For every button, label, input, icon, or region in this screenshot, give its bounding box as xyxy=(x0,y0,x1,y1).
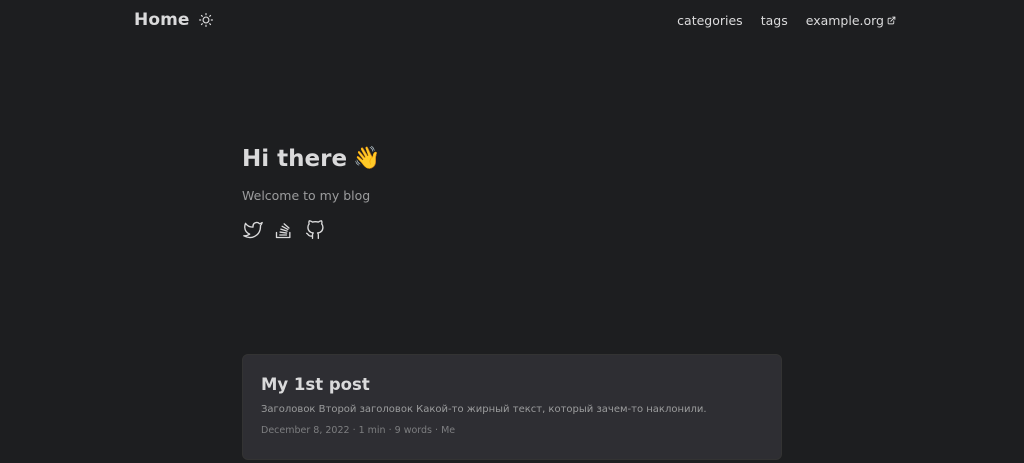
home-link[interactable]: Home xyxy=(134,10,190,30)
main-nav: categories tags example.org xyxy=(677,13,896,28)
nav-item-external[interactable]: example.org xyxy=(806,13,896,28)
nav-item-label: categories xyxy=(677,13,743,28)
external-link-icon xyxy=(887,13,896,28)
nav-item-categories[interactable]: categories xyxy=(677,13,743,28)
site-logo: Home xyxy=(134,10,214,30)
hero-subtitle: Welcome to my blog xyxy=(242,188,371,203)
post-meta: December 8, 2022 · 1 min · 9 words · Me xyxy=(261,425,456,436)
post-entry[interactable]: My 1st post Заголовок Второй заголовок К… xyxy=(242,354,782,460)
sun-icon[interactable] xyxy=(198,12,214,28)
nav-item-label: example.org xyxy=(805,13,884,28)
twitter-icon[interactable] xyxy=(242,219,263,240)
stackoverflow-icon[interactable] xyxy=(273,219,294,240)
post-summary: Заголовок Второй заголовок Какой-то жирн… xyxy=(261,404,707,415)
site-header: Home categories tags example.org xyxy=(0,0,1024,42)
post-title[interactable]: My 1st post xyxy=(261,375,763,394)
waving-hand-emoji: 👋 xyxy=(353,146,381,171)
page-title: Hi there 👋 xyxy=(242,142,782,176)
hero-title-text: Hi there xyxy=(242,146,348,172)
nav-item-label: tags xyxy=(760,13,788,28)
home-info: Hi there 👋 Welcome to my blog xyxy=(242,142,782,240)
github-icon[interactable] xyxy=(304,219,325,240)
social-icons xyxy=(242,219,782,240)
nav-item-tags[interactable]: tags xyxy=(761,13,788,28)
